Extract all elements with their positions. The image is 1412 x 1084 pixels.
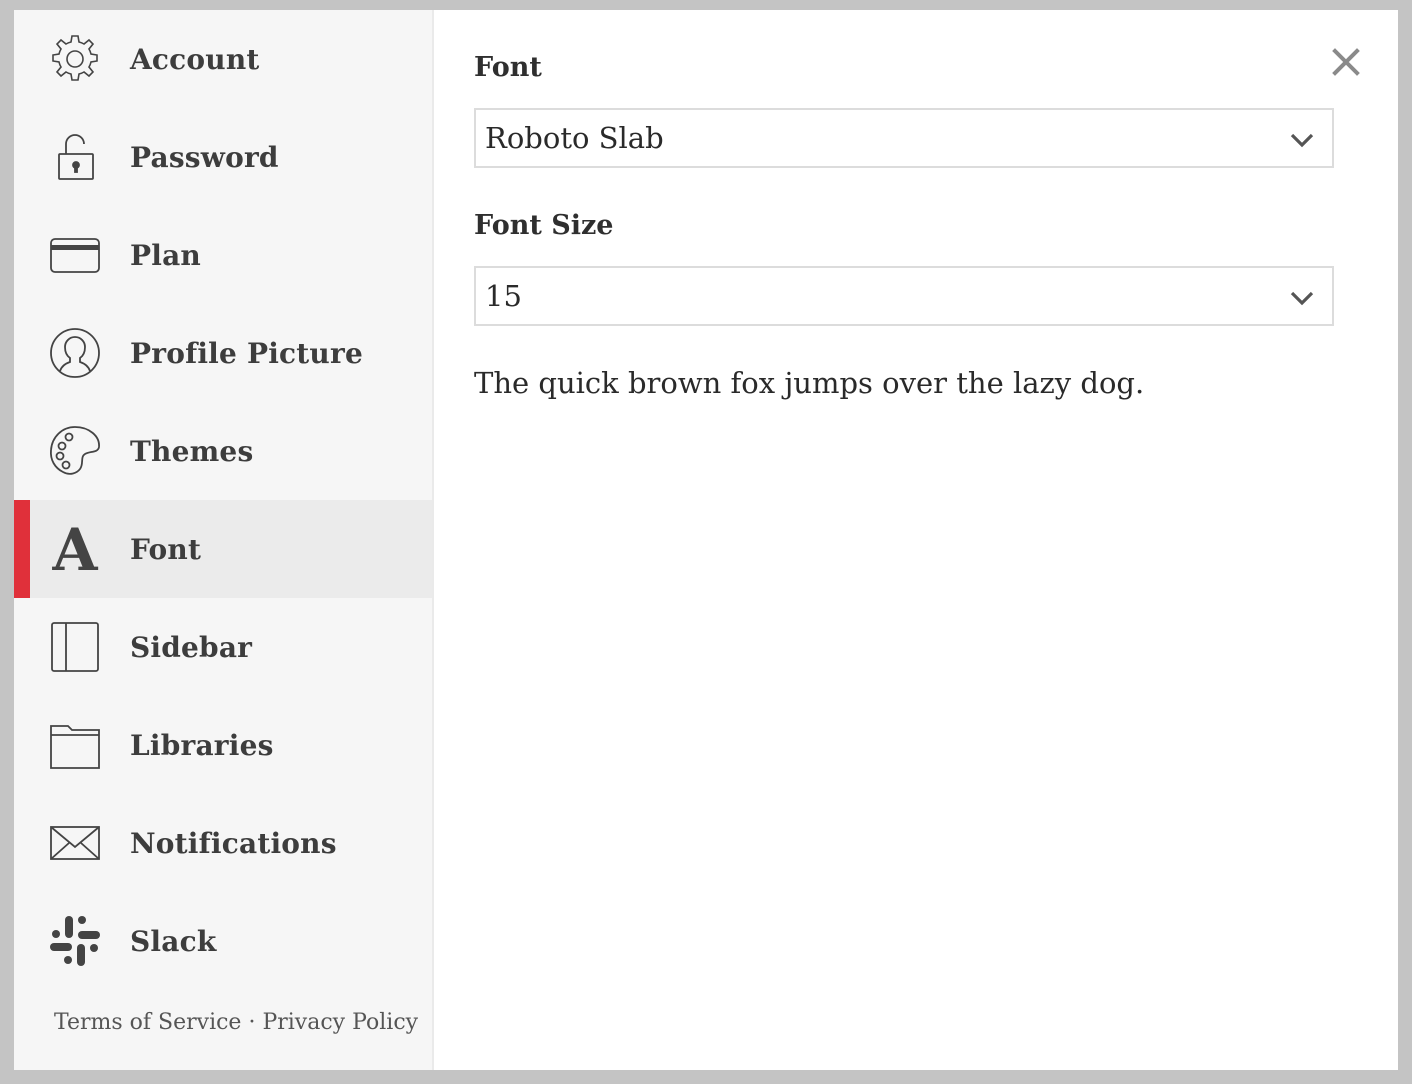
sidebar-item-password[interactable]: Password [14,108,432,206]
close-icon [1332,48,1360,76]
font-select[interactable]: Roboto Slab [474,108,1334,168]
font-select-value: Roboto Slab [485,121,664,155]
sidebar-item-label: Plan [130,238,201,272]
sidebar-item-label: Account [130,42,260,76]
palette-icon [48,424,102,478]
user-circle-icon [48,326,102,380]
sidebar-item-label: Profile Picture [130,336,363,370]
settings-sidebar: Account Password Plan Profile Picture Th… [14,10,434,1070]
gear-icon [48,32,102,86]
sidebar-item-label: Themes [130,434,254,468]
slack-icon [48,914,102,968]
close-button[interactable] [1330,46,1362,78]
sidebar-item-label: Password [130,140,279,174]
font-size-select-value: 15 [485,279,522,313]
sidebar-item-font[interactable]: A Font [14,500,432,598]
sidebar-item-label: Libraries [130,728,274,762]
credit-card-icon [48,228,102,282]
sidebar-item-label: Slack [130,924,217,958]
sidebar-item-notifications[interactable]: Notifications [14,794,432,892]
sidebar-item-plan[interactable]: Plan [14,206,432,304]
sidebar-icon [48,620,102,674]
sidebar-footer: Terms of Service · Privacy Policy [54,1010,418,1035]
sidebar-item-sidebar[interactable]: Sidebar [14,598,432,696]
sidebar-item-label: Sidebar [130,630,253,664]
font-label: Font [474,52,542,83]
font-size-select[interactable]: 15 [474,266,1334,326]
sidebar-item-label: Font [130,532,202,566]
sidebar-item-account[interactable]: Account [14,10,432,108]
svg-text:A: A [51,522,98,576]
font-preview-text: The quick brown fox jumps over the lazy … [474,366,1145,400]
folder-icon [48,718,102,772]
terms-of-service-link[interactable]: Terms of Service [54,1010,241,1035]
chevron-down-icon [1290,291,1314,306]
sidebar-item-libraries[interactable]: Libraries [14,696,432,794]
font-settings-panel: Font Roboto Slab Font Size 15 The quick … [434,10,1398,1070]
sidebar-item-profile-picture[interactable]: Profile Picture [14,304,432,402]
envelope-icon [48,816,102,870]
font-size-label: Font Size [474,210,614,241]
font-icon: A [48,522,102,576]
privacy-policy-link[interactable]: Privacy Policy [262,1010,418,1035]
footer-separator: · [248,1010,256,1035]
sidebar-item-slack[interactable]: Slack [14,892,432,990]
settings-modal: Account Password Plan Profile Picture Th… [14,10,1398,1070]
sidebar-item-label: Notifications [130,826,337,860]
unlock-icon [48,130,102,184]
chevron-down-icon [1290,133,1314,148]
settings-nav: Account Password Plan Profile Picture Th… [14,10,432,990]
sidebar-item-themes[interactable]: Themes [14,402,432,500]
